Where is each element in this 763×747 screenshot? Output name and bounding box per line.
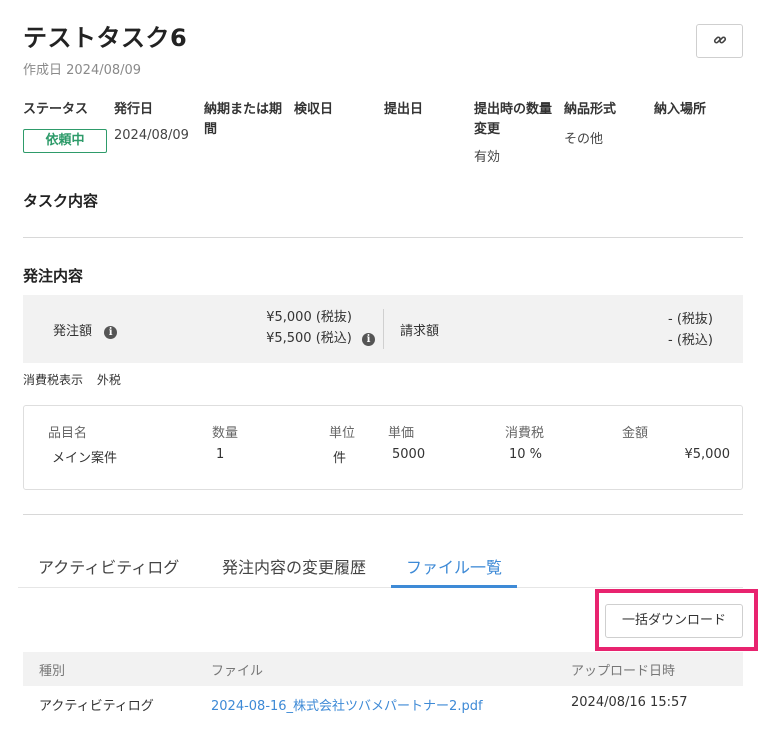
invoice-excl: - (税抜) xyxy=(668,312,713,327)
copy-link-button[interactable] xyxy=(696,24,743,58)
issue-date-field: 発行日 2024/08/09 xyxy=(114,100,189,143)
order-content-heading: 発注内容 xyxy=(23,267,84,285)
col-header-unit: 単位 xyxy=(329,426,356,441)
delivery-format-field: 納品形式 その他 xyxy=(564,100,616,147)
tab-file-list[interactable]: ファイル一覧 xyxy=(391,548,517,588)
page-title: テストタスク6 xyxy=(23,24,188,52)
order-amount-label: 発注額 xyxy=(53,324,93,339)
delivery-format-label: 納品形式 xyxy=(564,102,617,117)
table-row: アクティビティログ 2024-08-16_株式会社ツバメパートナー2.pdf 2… xyxy=(23,686,743,722)
tab-activity-log[interactable]: アクティビティログ xyxy=(38,548,179,588)
files-table-header: 種別 ファイル アップロード日時 xyxy=(23,652,743,686)
deadline-field: 納期または期 間 xyxy=(204,100,282,140)
invoice-label: 請求額 xyxy=(400,324,440,339)
tax-display-label: 消費税表示 xyxy=(23,373,84,387)
order-amount-values: ¥5,000 (税抜) ¥5,500 (税込) i xyxy=(223,307,375,349)
delivery-place-label: 納入場所 xyxy=(654,102,707,117)
divider xyxy=(23,237,743,238)
qty-change-label-line2: 変更 xyxy=(474,122,501,137)
delivery-format-value: その他 xyxy=(564,132,604,147)
order-amount-label-wrap: 発注額 i xyxy=(53,320,118,339)
tax-display: 消費税表示 外税 xyxy=(23,371,121,388)
col-header-unit-price: 単価 xyxy=(388,426,415,441)
invoice-values: - (税抜) - (税込) xyxy=(583,309,713,351)
inspection-date-field: 検収日 xyxy=(294,100,333,120)
link-icon xyxy=(713,32,727,51)
item-unit: 件 xyxy=(333,451,347,466)
file-type: アクティビティログ xyxy=(39,699,154,714)
info-icon[interactable]: i xyxy=(104,326,118,339)
qty-change-label-line1: 提出時の数量 xyxy=(474,102,553,117)
items-table: 品目名 数量 単位 単価 消費税 金額 メイン案件 1 件 5000 10 % … xyxy=(23,405,743,490)
qty-change-field: 提出時の数量 変更 有効 xyxy=(474,100,552,165)
tax-display-value: 外税 xyxy=(96,373,121,387)
task-meta: ステータス 依頼中 発行日 2024/08/09 納期または期 間 検収日 提出… xyxy=(0,100,763,175)
item-name: メイン案件 xyxy=(52,451,118,466)
file-uploaded-at: 2024/08/16 15:57 xyxy=(571,695,688,710)
delivery-place-field: 納入場所 xyxy=(654,100,706,120)
submission-date-label: 提出日 xyxy=(384,102,424,117)
task-content-heading: タスク内容 xyxy=(23,192,99,210)
status-badge: 依頼中 xyxy=(23,129,107,153)
item-tax: 10 % xyxy=(509,447,543,462)
status-field: ステータス 依頼中 xyxy=(23,100,107,153)
col-header-uploaded: アップロード日時 xyxy=(571,664,676,679)
col-header-type: 種別 xyxy=(39,664,66,679)
item-amount: ¥5,000 xyxy=(684,447,731,462)
submission-date-field: 提出日 xyxy=(384,100,423,120)
download-all-button[interactable]: 一括ダウンロード xyxy=(605,604,743,638)
deadline-label-line1: 納期または期 xyxy=(204,102,283,117)
tab-order-change-history[interactable]: 発注内容の変更履歴 xyxy=(222,548,366,588)
item-unit-price: 5000 xyxy=(392,447,426,462)
col-header-file: ファイル xyxy=(211,664,264,679)
qty-change-value: 有効 xyxy=(474,150,501,165)
order-amount-incl-row: ¥5,500 (税込) i xyxy=(223,328,375,349)
detail-tabs: アクティビティログ 発注内容の変更履歴 ファイル一覧 xyxy=(18,548,743,588)
amount-summary: 発注額 i ¥5,000 (税抜) ¥5,500 (税込) i 請求額 - (税… xyxy=(23,295,743,363)
amount-separator xyxy=(383,309,384,349)
invoice-incl: - (税込) xyxy=(668,333,713,348)
file-link[interactable]: 2024-08-16_株式会社ツバメパートナー2.pdf xyxy=(211,695,483,714)
deadline-label-line2: 間 xyxy=(204,122,218,137)
created-date: 作成日 2024/08/09 xyxy=(23,63,142,78)
divider xyxy=(23,514,743,515)
order-amount-excl: ¥5,000 (税抜) xyxy=(266,310,352,325)
issue-date-label: 発行日 xyxy=(114,102,154,117)
issue-date-value: 2024/08/09 xyxy=(114,128,189,143)
status-label: ステータス xyxy=(23,102,89,117)
tax-info-icon[interactable]: i xyxy=(362,333,375,346)
col-header-tax: 消費税 xyxy=(505,426,545,441)
item-qty: 1 xyxy=(216,447,225,462)
col-header-item-name: 品目名 xyxy=(48,426,88,441)
col-header-amount: 金額 xyxy=(622,426,649,441)
col-header-qty: 数量 xyxy=(212,426,239,441)
inspection-date-label: 検収日 xyxy=(294,102,334,117)
order-amount-incl: ¥5,500 (税込) xyxy=(266,331,352,346)
